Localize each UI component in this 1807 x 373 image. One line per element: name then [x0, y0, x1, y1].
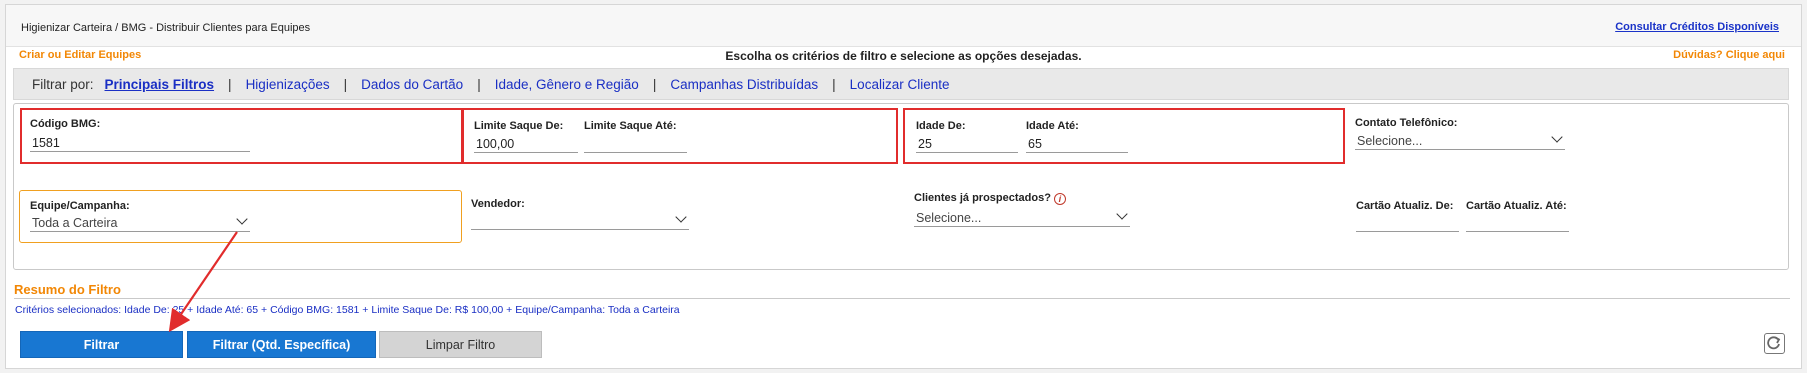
limite-ate-input[interactable]	[584, 135, 687, 153]
contato-value: Selecione...	[1357, 134, 1423, 148]
cartao-de-label: Cartão Atualiz. De:	[1356, 200, 1454, 212]
tab-idade-genero-regiao[interactable]: Idade, Gênero e Região	[495, 77, 639, 92]
refresh-icon[interactable]	[1764, 333, 1785, 354]
summary-divider	[14, 298, 1790, 299]
cartao-ate-field: Cartão Atualiz. Até:	[1466, 200, 1569, 232]
chevron-down-icon	[675, 211, 687, 223]
limite-de-field: Limite Saque De: 100,00	[474, 120, 578, 153]
contato-label: Contato Telefônico:	[1355, 117, 1458, 129]
prospectados-select[interactable]: Selecione...	[914, 208, 1130, 227]
limite-de-label: Limite Saque De:	[474, 120, 564, 132]
idade-de-label: Idade De:	[916, 120, 966, 132]
vendedor-label: Vendedor:	[471, 198, 525, 210]
breadcrumb: Higienizar Carteira / BMG - Distribuir C…	[21, 22, 311, 34]
limite-ate-field: Limite Saque Até:	[584, 120, 687, 153]
tab-localizar-cliente[interactable]: Localizar Cliente	[850, 77, 950, 92]
clear-filter-button[interactable]: Limpar Filtro	[379, 331, 542, 358]
prospectados-label-text: Clientes já prospectados?	[914, 192, 1051, 204]
info-icon[interactable]: i	[1053, 193, 1066, 205]
tab-campanhas-distribuidas[interactable]: Campanhas Distribuídas	[670, 77, 818, 92]
prospectados-value: Selecione...	[916, 211, 982, 225]
idade-ate-input[interactable]: 65	[1026, 135, 1128, 153]
prospectados-field: Clientes já prospectados? i Selecione...	[914, 192, 1130, 227]
contato-select[interactable]: Selecione...	[1355, 131, 1565, 150]
limite-ate-label: Limite Saque Até:	[584, 120, 677, 132]
idade-de-input[interactable]: 25	[916, 135, 1018, 153]
cartao-ate-label: Cartão Atualiz. Até:	[1466, 200, 1567, 212]
selected-criteria: Critérios selecionados: Idade De: 25 + I…	[15, 304, 680, 316]
cartao-de-field: Cartão Atualiz. De:	[1356, 200, 1459, 232]
filter-tabs: Filtrar por: Principais Filtros | Higien…	[13, 68, 1789, 100]
limite-de-input[interactable]: 100,00	[474, 135, 578, 153]
contato-field: Contato Telefônico: Selecione...	[1355, 117, 1565, 150]
codigo-bmg-field: Código BMG: 1581	[30, 118, 250, 152]
vendedor-select[interactable]	[471, 211, 689, 230]
chevron-down-icon	[1116, 208, 1128, 220]
chevron-down-icon	[1551, 131, 1563, 143]
summary-title: Resumo do Filtro	[14, 282, 121, 297]
credits-link[interactable]: Consultar Créditos Disponíveis	[1615, 21, 1779, 33]
cartao-de-input[interactable]	[1356, 214, 1459, 232]
equipe-label: Equipe/Campanha:	[30, 200, 130, 212]
instruction-text: Escolha os critérios de filtro e selecio…	[725, 49, 1082, 63]
title-bar: Higienizar Carteira / BMG - Distribuir C…	[6, 5, 1801, 47]
equipe-select[interactable]: Toda a Carteira	[30, 213, 250, 232]
chevron-down-icon	[236, 213, 248, 225]
tab-higienizacoes[interactable]: Higienizações	[246, 77, 330, 92]
cartao-ate-input[interactable]	[1466, 214, 1569, 232]
idade-ate-field: Idade Até: 65	[1026, 120, 1128, 153]
codigo-bmg-label: Código BMG:	[30, 118, 101, 130]
help-link[interactable]: Dúvidas? Clique aqui	[1673, 49, 1785, 61]
prospectados-label: Clientes já prospectados? i	[914, 192, 1066, 205]
idade-de-field: Idade De: 25	[916, 120, 1018, 153]
equipe-field: Equipe/Campanha: Toda a Carteira	[30, 200, 250, 232]
vendedor-field: Vendedor:	[471, 198, 689, 230]
tab-principais-filtros[interactable]: Principais Filtros	[105, 77, 215, 92]
codigo-bmg-input[interactable]: 1581	[30, 134, 250, 152]
filter-button[interactable]: Filtrar	[20, 331, 183, 358]
equipe-value: Toda a Carteira	[32, 216, 118, 230]
tab-dados-cartao[interactable]: Dados do Cartão	[361, 77, 463, 92]
idade-ate-label: Idade Até:	[1026, 120, 1079, 132]
filter-qty-button[interactable]: Filtrar (Qtd. Específica)	[187, 331, 376, 358]
tabs-label: Filtrar por:	[32, 76, 94, 92]
